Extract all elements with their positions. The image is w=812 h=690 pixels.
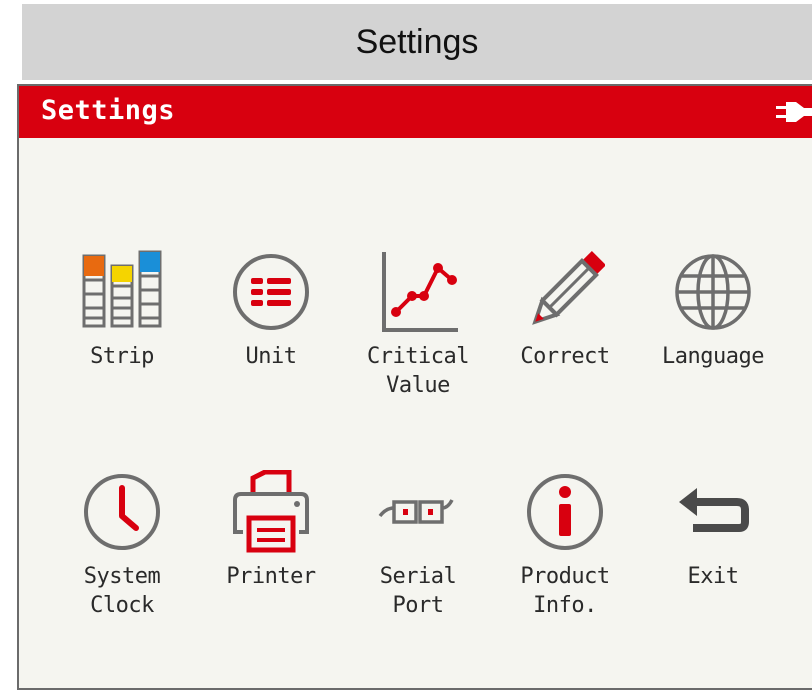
menu-item-product-info[interactable]: Product Info. [503,470,627,670]
clock-icon [82,470,162,554]
printer-icon [231,470,311,554]
language-label: Language [662,344,764,369]
title-bar: Settings [19,86,812,138]
printer-label: Printer [226,564,316,589]
serial-port-label: Serial Port [379,564,457,618]
exit-label: Exit [687,564,739,589]
serial-port-icon [378,470,458,554]
menu-item-serial-port[interactable]: Serial Port [356,470,480,670]
menu-item-exit[interactable]: Exit [651,470,775,670]
menu-item-language[interactable]: Language [651,250,775,450]
unit-label: Unit [245,344,297,369]
power-plug-icon [772,98,812,126]
language-icon [673,250,753,334]
exit-icon [673,470,753,554]
menu-item-strip[interactable]: Strip [60,250,184,450]
system-clock-label: System Clock [83,564,161,618]
product-info-label: Product Info. [520,564,610,618]
menu-item-unit[interactable]: Unit [209,250,333,450]
menu-item-correct[interactable]: Correct [503,250,627,450]
critical-value-label: Critical Value [367,344,469,398]
correct-icon [525,250,605,334]
critical-value-icon [378,250,458,334]
strip-icon [82,250,162,334]
strip-label: Strip [90,344,154,369]
menu-item-system-clock[interactable]: System Clock [60,470,184,670]
menu-item-critical-value[interactable]: Critical Value [356,250,480,450]
unit-icon [231,250,311,334]
correct-label: Correct [520,344,610,369]
menu-item-printer[interactable]: Printer [209,470,333,670]
info-icon [525,470,605,554]
device-screen: Settings Strip Unit Critical Value Corre… [17,84,812,690]
page-caption: Settings [22,4,812,80]
window-title: Settings [41,95,176,126]
